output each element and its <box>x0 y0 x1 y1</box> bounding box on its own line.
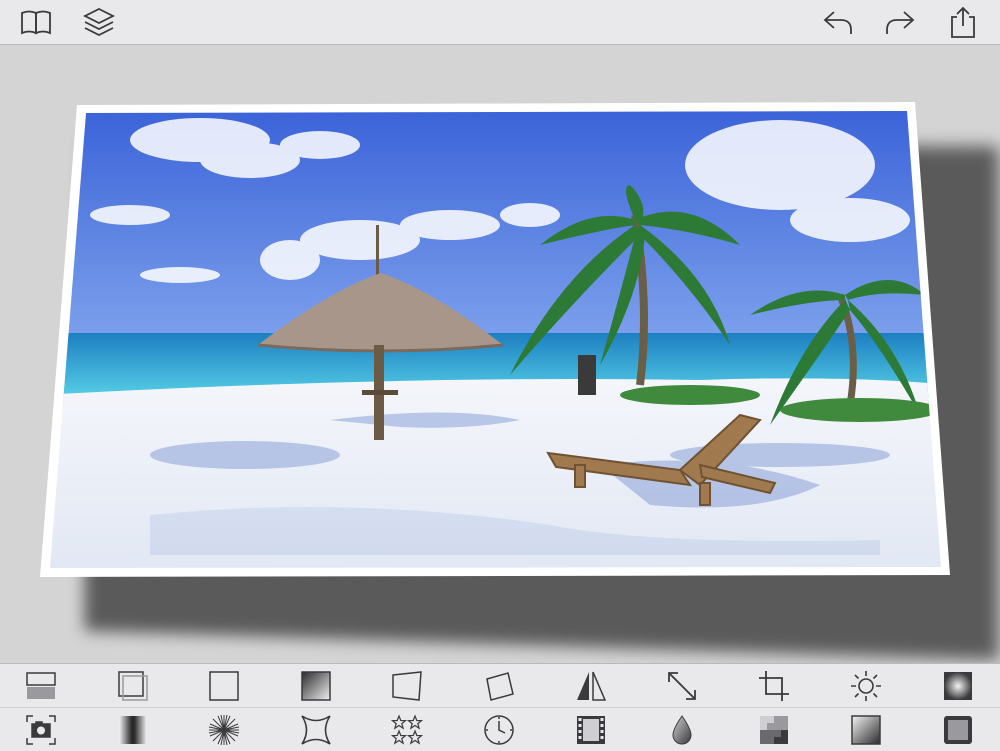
gradient-bars-icon[interactable] <box>115 712 151 748</box>
share-icon[interactable] <box>945 4 981 40</box>
checker-icon[interactable] <box>756 712 792 748</box>
editor-canvas[interactable] <box>0 45 1000 663</box>
crop-icon[interactable] <box>756 668 792 704</box>
redo-icon[interactable] <box>882 4 918 40</box>
clock-icon[interactable] <box>481 712 517 748</box>
resize-arrow-icon[interactable] <box>664 668 700 704</box>
split-horizontal-icon[interactable] <box>23 668 59 704</box>
concave-square-icon[interactable] <box>298 712 334 748</box>
gradient-frame-icon[interactable] <box>848 712 884 748</box>
perspective-quad-icon[interactable] <box>389 668 425 704</box>
square-frame-icon[interactable] <box>206 668 242 704</box>
top-toolbar <box>0 0 1000 45</box>
starburst-icon[interactable] <box>206 712 242 748</box>
toolbar-row-2 <box>0 708 1000 751</box>
stars-icon[interactable] <box>389 712 425 748</box>
beach-photo[interactable] <box>0 45 1000 663</box>
layers-icon[interactable] <box>81 4 117 40</box>
inner-frame-icon[interactable] <box>940 712 976 748</box>
rotate-square-icon[interactable] <box>481 668 517 704</box>
gradient-square-icon[interactable] <box>298 668 334 704</box>
vignette-square-icon[interactable] <box>940 668 976 704</box>
film-strip-icon[interactable] <box>573 712 609 748</box>
book-icon[interactable] <box>18 4 54 40</box>
camera-icon[interactable] <box>23 712 59 748</box>
toolbar-row-1 <box>0 664 1000 708</box>
brightness-icon[interactable] <box>848 668 884 704</box>
droplet-icon[interactable] <box>664 712 700 748</box>
duplicate-frame-icon[interactable] <box>115 668 151 704</box>
mirror-triangle-icon[interactable] <box>573 668 609 704</box>
undo-icon[interactable] <box>820 4 856 40</box>
bottom-toolbar <box>0 663 1000 751</box>
